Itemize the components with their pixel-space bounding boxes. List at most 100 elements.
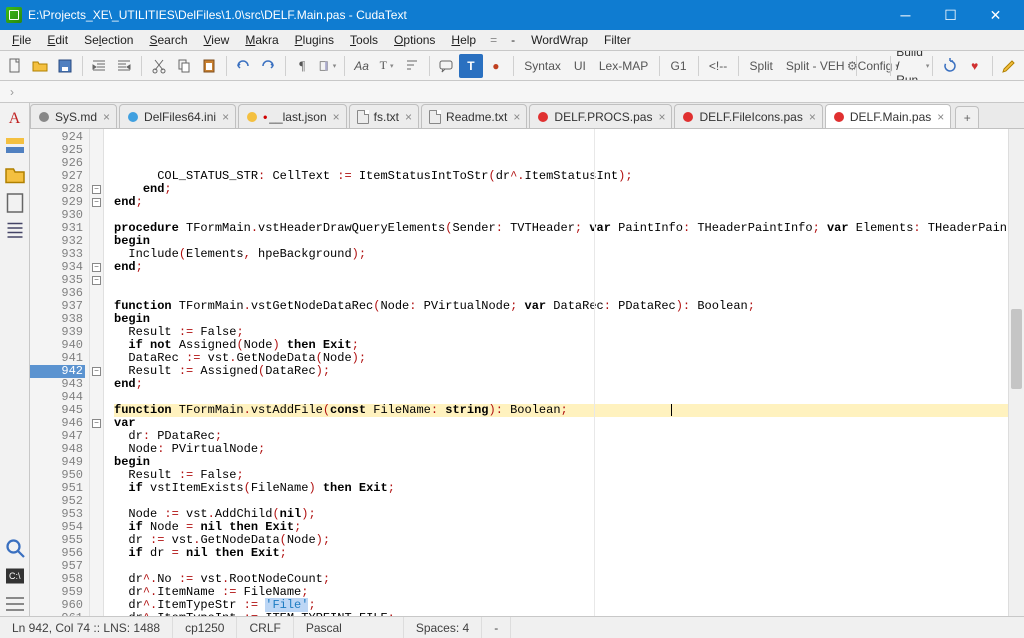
tab-close-icon[interactable]: × <box>405 110 412 124</box>
lang-t-button[interactable]: T <box>375 54 399 78</box>
splitveh-label[interactable]: Split - VEH <box>780 59 851 73</box>
toolbar: ¶ Aa T T ● Syntax UI Lex-MAP G1 <!-- Spl… <box>0 51 1024 81</box>
refresh-button[interactable] <box>938 54 962 78</box>
tab-delf-procs-pas[interactable]: DELF.PROCS.pas × <box>529 104 672 128</box>
tab-delf-fileicons-pas[interactable]: DELF.FileIcons.pas× <box>674 104 822 128</box>
menu-dash[interactable]: - <box>503 31 523 49</box>
sidebar-output-icon[interactable] <box>3 592 27 616</box>
undo-button[interactable] <box>231 54 255 78</box>
heart-button[interactable]: ♥ <box>963 54 987 78</box>
menu-plugins[interactable]: Plugins <box>287 31 342 49</box>
unprinted-button[interactable]: ¶ <box>290 54 314 78</box>
split-label[interactable]: Split <box>744 59 779 73</box>
menu-makra[interactable]: Makra <box>237 31 286 49</box>
redo-button[interactable] <box>256 54 280 78</box>
g1-label[interactable]: G1 <box>665 59 693 73</box>
sidebar-list-icon[interactable] <box>3 219 27 243</box>
save-button[interactable] <box>53 54 77 78</box>
status-encoding[interactable]: cp1250 <box>173 617 237 638</box>
tab-fs-txt[interactable]: fs.txt × <box>349 104 419 128</box>
tab-delf-main-pas[interactable]: DELF.Main.pas × <box>825 104 951 128</box>
menu-tools[interactable]: Tools <box>342 31 386 49</box>
window-maximize-button[interactable]: ☐ <box>928 0 973 30</box>
tab-bar: SyS.md×DelFiles64.ini×•__last.json×fs.tx… <box>30 103 1024 129</box>
build-run-button[interactable]: Build / Run <box>895 54 927 78</box>
lex-label[interactable]: Lex-MAP <box>593 59 654 73</box>
excl-label[interactable]: <!-- <box>703 59 733 73</box>
sidebar-text-icon[interactable]: A <box>3 107 27 131</box>
tab-sys-md[interactable]: SyS.md × <box>30 104 117 128</box>
toggle-case-button[interactable]: Aa <box>350 54 374 78</box>
tab---last-json[interactable]: •__last.json× <box>238 104 347 128</box>
sidebar-console-icon[interactable]: C:\ <box>3 564 27 588</box>
edit-button[interactable] <box>997 54 1021 78</box>
tab-close-icon[interactable]: × <box>103 110 110 124</box>
status-eol[interactable]: CRLF <box>237 617 293 638</box>
new-file-button[interactable] <box>3 54 27 78</box>
indent-right-button[interactable] <box>112 54 136 78</box>
paste-button[interactable] <box>197 54 221 78</box>
tab-label: DELF.PROCS.pas <box>554 110 652 124</box>
status-bar: Ln 942, Col 74 :: LNS: 1488 cp1250 CRLF … <box>0 616 1024 638</box>
menu-file[interactable]: File <box>4 31 39 49</box>
copy-button[interactable] <box>172 54 196 78</box>
margin-line <box>594 129 595 616</box>
status-lexer[interactable]: Pascal <box>294 617 404 638</box>
tab-close-icon[interactable]: × <box>333 110 340 124</box>
tab-close-icon[interactable]: × <box>937 110 944 124</box>
menu-selection[interactable]: Selection <box>76 31 141 49</box>
cut-button[interactable] <box>147 54 171 78</box>
bookmark-button[interactable]: ● <box>484 54 508 78</box>
menu-filter[interactable]: Filter <box>596 31 639 49</box>
indent-left-button[interactable] <box>87 54 111 78</box>
menu-options[interactable]: Options <box>386 31 443 49</box>
comment-button[interactable] <box>434 54 458 78</box>
tab-close-icon[interactable]: × <box>809 110 816 124</box>
menu-wordwrap[interactable]: WordWrap <box>523 31 596 49</box>
menu-help[interactable]: Help <box>443 31 484 49</box>
tab-label: DELF.Main.pas <box>850 110 931 124</box>
tab-readme-txt[interactable]: Readme.txt × <box>421 104 527 128</box>
menu-edit[interactable]: Edit <box>39 31 76 49</box>
window-minimize-button[interactable]: ─ <box>883 0 928 30</box>
status-position[interactable]: Ln 942, Col 74 :: LNS: 1488 <box>0 617 173 638</box>
status-extra[interactable]: - <box>482 617 511 638</box>
config-button[interactable]: ⚙ Config <box>861 54 885 78</box>
code-area[interactable]: COL_STATUS_STR: CellText := ItemStatusIn… <box>104 129 1008 616</box>
syntax-label[interactable]: Syntax <box>518 59 567 73</box>
vertical-scrollbar[interactable] <box>1008 129 1024 616</box>
sidebar-project-icon[interactable] <box>3 163 27 187</box>
breadcrumb-bar: › <box>0 81 1024 103</box>
tab-label: __last.json <box>269 110 326 124</box>
sidebar-clip-icon[interactable] <box>3 191 27 215</box>
menu-search[interactable]: Search <box>141 31 195 49</box>
tab-label: DelFiles64.ini <box>144 110 216 124</box>
tab-label: SyS.md <box>55 110 97 124</box>
tab-label: Readme.txt <box>446 110 507 124</box>
tab-close-icon[interactable]: × <box>222 110 229 124</box>
tab-delfiles64-ini[interactable]: DelFiles64.ini × <box>119 104 236 128</box>
sidebar-tree-icon[interactable] <box>3 135 27 159</box>
code-editor[interactable]: 9249259269279289299309319329339349359369… <box>30 129 1024 616</box>
chevron-right-icon: › <box>6 85 18 99</box>
sort-button[interactable] <box>400 54 424 78</box>
ui-label[interactable]: UI <box>568 59 592 73</box>
tab-close-icon[interactable]: × <box>513 110 520 124</box>
line-number-gutter[interactable]: 9249259269279289299309319329339349359369… <box>30 129 90 616</box>
fold-column[interactable]: −−−−−−− <box>90 129 104 616</box>
window-title: E:\Projects_XE\_UTILITIES\DelFiles\1.0\s… <box>28 8 407 22</box>
window-close-button[interactable]: ✕ <box>973 0 1018 30</box>
status-spaces[interactable]: Spaces: 4 <box>404 617 482 638</box>
minimap-button[interactable] <box>315 54 339 78</box>
tab-label: fs.txt <box>374 110 399 124</box>
menu-sep: = <box>484 33 503 47</box>
menu-bar: File Edit Selection Search View Makra Pl… <box>0 30 1024 51</box>
menu-view[interactable]: View <box>196 31 238 49</box>
tab-close-icon[interactable]: × <box>658 110 665 124</box>
open-file-button[interactable] <box>28 54 52 78</box>
highlight-button[interactable]: T <box>459 54 483 78</box>
new-tab-button[interactable]: + <box>955 106 979 128</box>
side-toolbar: A C:\ <box>0 103 30 616</box>
app-icon <box>6 7 22 23</box>
sidebar-search-icon[interactable] <box>3 536 27 560</box>
